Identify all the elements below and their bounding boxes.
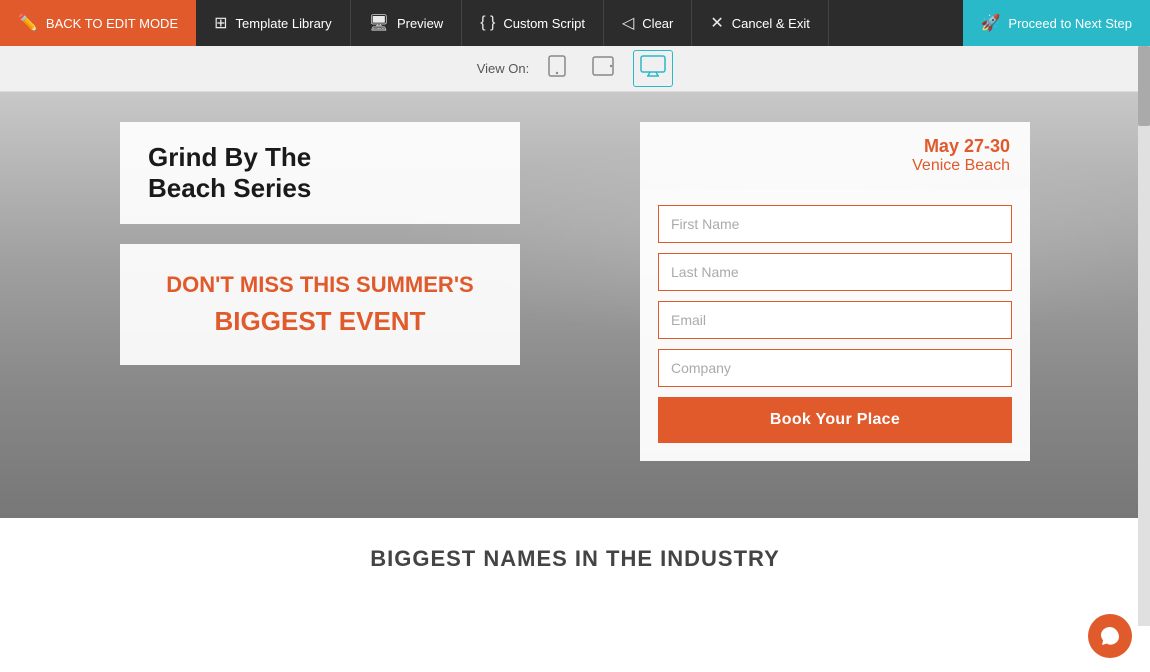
cancel-exit-button[interactable]: ✕ Cancel & Exit — [692, 0, 828, 46]
preview-icon: 🖥 — [369, 13, 389, 33]
email-input[interactable] — [658, 301, 1012, 339]
bottom-heading: BIGGEST NAMES IN THE INDUSTRY — [0, 546, 1150, 572]
preview-button[interactable]: 🖥 Preview — [351, 0, 463, 46]
mobile-view-button[interactable] — [541, 50, 573, 87]
script-icon: { } — [480, 14, 495, 32]
clear-icon: ◁ — [622, 13, 634, 33]
proceed-button[interactable]: 🚀 Proceed to Next Step — [963, 0, 1150, 46]
last-name-input[interactable] — [658, 253, 1012, 291]
title-line1: Grind By The — [148, 142, 311, 172]
company-input[interactable] — [658, 349, 1012, 387]
preview-label: Preview — [397, 16, 443, 31]
event-line1: DON'T MISS THIS SUMMER'S — [148, 272, 492, 298]
hero-content: Grind By The Beach Series DON'T MISS THI… — [0, 92, 1150, 518]
custom-script-button[interactable]: { } Custom Script — [462, 0, 604, 46]
title-line2: Beach Series — [148, 173, 311, 203]
back-to-edit-button[interactable]: ✏️ BACK TO EDIT MODE — [0, 0, 196, 46]
event-box: DON'T MISS THIS SUMMER'S BIGGEST EVENT — [120, 244, 520, 365]
tablet-view-button[interactable] — [585, 51, 621, 86]
edit-icon: ✏️ — [18, 13, 38, 33]
proceed-label: Proceed to Next Step — [1008, 16, 1132, 31]
template-library-button[interactable]: ⊞ Template Library — [196, 0, 351, 46]
back-label: BACK TO EDIT MODE — [46, 16, 178, 31]
event-line2: BIGGEST EVENT — [148, 306, 492, 337]
first-name-input[interactable] — [658, 205, 1012, 243]
hero-section: Grind By The Beach Series DON'T MISS THI… — [0, 92, 1150, 518]
bottom-section: BIGGEST NAMES IN THE INDUSTRY — [0, 518, 1150, 672]
cancel-icon: ✕ — [710, 13, 723, 33]
clear-button[interactable]: ◁ Clear — [604, 0, 692, 46]
event-title: Grind By The Beach Series — [148, 142, 492, 204]
desktop-view-button[interactable] — [633, 50, 673, 87]
hero-left: Grind By The Beach Series DON'T MISS THI… — [120, 122, 600, 365]
title-box: Grind By The Beach Series — [120, 122, 520, 224]
book-place-button[interactable]: Book Your Place — [658, 397, 1012, 443]
top-nav: ✏️ BACK TO EDIT MODE ⊞ Template Library … — [0, 0, 1150, 46]
registration-form: Book Your Place — [640, 189, 1030, 461]
date-bar: May 27-30 Venice Beach — [640, 122, 1030, 189]
template-label: Template Library — [236, 16, 332, 31]
event-location: Venice Beach — [660, 157, 1010, 175]
proceed-icon: 🚀 — [981, 13, 1001, 33]
hero-right: May 27-30 Venice Beach Book Your Place — [640, 122, 1030, 461]
chat-bubble-button[interactable] — [1088, 614, 1132, 658]
custom-script-label: Custom Script — [503, 16, 585, 31]
view-on-label: View On: — [477, 61, 530, 76]
clear-label: Clear — [642, 16, 673, 31]
cancel-label: Cancel & Exit — [732, 16, 810, 31]
event-date: May 27-30 — [660, 136, 1010, 157]
template-icon: ⊞ — [214, 13, 227, 33]
view-on-bar: View On: — [0, 46, 1150, 92]
